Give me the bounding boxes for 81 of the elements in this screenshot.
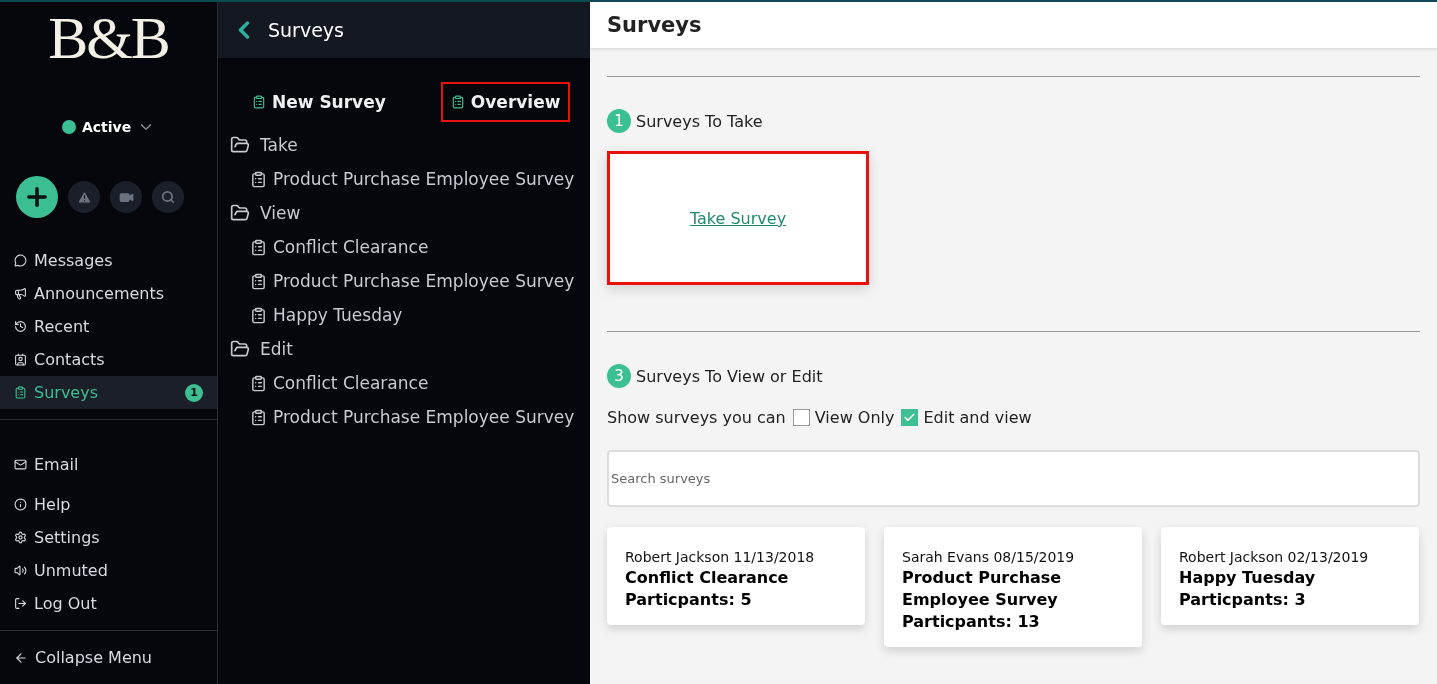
folder-item[interactable]: Take [218, 128, 590, 162]
card-meta: Sarah Evans 08/15/2019 [902, 549, 1076, 565]
status-dropdown[interactable]: Active [61, 118, 156, 136]
alert-button[interactable] [68, 181, 100, 213]
add-button[interactable] [16, 176, 58, 218]
folder-icon [230, 203, 250, 223]
nav-item[interactable]: Recent [0, 310, 217, 343]
checkbox-label: View Only [814, 408, 895, 427]
clipboard-icon [250, 374, 267, 392]
survey-link[interactable]: Product Purchase Employee Survey [218, 400, 590, 434]
folder-icon [230, 339, 250, 359]
clipboard-icon [252, 95, 266, 109]
settings-icon [14, 531, 27, 544]
survey-link[interactable]: Conflict Clearance [218, 366, 590, 400]
checkbox[interactable] [792, 409, 810, 426]
warning-icon [76, 189, 92, 205]
participant-count: Particpants: 5 [625, 589, 753, 611]
nav-item[interactable]: Unmuted [0, 554, 217, 587]
logout-icon [14, 597, 27, 610]
take-survey-link[interactable]: Take Survey [689, 208, 787, 228]
checkmark-icon [903, 411, 917, 424]
folder-label: View [260, 203, 301, 223]
clipboard-icon [250, 272, 267, 290]
survey-link[interactable]: Happy Tuesday [218, 298, 590, 332]
panel-action[interactable]: New Survey [242, 82, 396, 122]
announcements-icon [14, 287, 27, 300]
filter-label: Show surveys you can [607, 408, 786, 427]
collapse-menu-button[interactable]: Collapse Menu [0, 641, 217, 674]
count-badge: 1 [185, 383, 203, 402]
step-badge: 3 [607, 364, 631, 388]
survey-link[interactable]: Product Purchase Employee Survey [218, 162, 590, 196]
email-icon [14, 458, 27, 471]
search-button[interactable] [152, 181, 184, 213]
video-button[interactable] [110, 181, 142, 213]
clipboard-icon [250, 238, 267, 256]
page-title: Surveys [607, 13, 702, 37]
folder-label: Take [260, 135, 298, 155]
checkbox-label: Edit and view [923, 408, 1032, 427]
nav-item[interactable]: Log Out [0, 587, 217, 620]
card-title: Conflict Clearance [625, 567, 790, 589]
survey-card[interactable]: Robert Jackson 11/13/2018 Conflict Clearance Particpants: 5 [607, 527, 865, 625]
survey-link[interactable]: Conflict Clearance [218, 230, 590, 264]
panel-title: Surveys [268, 19, 344, 41]
participant-count: Particpants: 13 [902, 611, 1041, 633]
folder-item[interactable]: Edit [218, 332, 590, 366]
nav-item[interactable]: Email [0, 448, 217, 481]
help-icon [14, 498, 27, 511]
panel-action[interactable]: Overview [440, 82, 571, 122]
contacts-icon [14, 353, 27, 366]
nav-item[interactable]: Contacts [0, 343, 217, 376]
sound-icon [14, 564, 27, 577]
messages-icon [14, 254, 27, 267]
survey-link[interactable]: Product Purchase Employee Survey [218, 264, 590, 298]
search-icon [161, 190, 175, 204]
section-title: Surveys To Take [636, 111, 763, 131]
search-field[interactable]: Search surveys [607, 450, 1420, 507]
card-meta: Robert Jackson 11/13/2018 [625, 549, 816, 565]
checkbox[interactable] [901, 409, 919, 426]
folder-icon [230, 135, 250, 155]
section-title: Surveys To View or Edit [636, 366, 823, 386]
nav-item[interactable]: Settings [0, 521, 217, 554]
folder-label: Edit [260, 339, 293, 359]
survey-card[interactable]: Sarah Evans 08/15/2019 Product Purchase Employee Survey Particpants: 13 [884, 527, 1142, 647]
card-title: Happy Tuesday [1179, 567, 1317, 589]
clipboard-icon [250, 306, 267, 324]
clipboard-icon [250, 170, 267, 188]
nav-item[interactable]: Announcements [0, 277, 217, 310]
card-meta: Robert Jackson 02/13/2019 [1179, 549, 1370, 565]
nav-item[interactable]: Help [0, 488, 217, 521]
nav-item[interactable]: Messages [0, 244, 217, 277]
step-badge: 1 [607, 109, 631, 133]
surveys-icon [14, 386, 27, 399]
clipboard-icon [450, 95, 465, 109]
card-title: Product Purchase Employee Survey [902, 567, 1063, 611]
logo: B&B [47, 4, 170, 73]
nav-item[interactable]: Surveys 1 [0, 376, 217, 409]
clipboard-icon [250, 408, 267, 426]
survey-card[interactable]: Robert Jackson 02/13/2019 Happy Tuesday Particpants: 3 [1161, 527, 1419, 625]
participant-count: Particpants: 3 [1179, 589, 1307, 611]
recent-icon [14, 320, 27, 333]
folder-item[interactable]: View [218, 196, 590, 230]
